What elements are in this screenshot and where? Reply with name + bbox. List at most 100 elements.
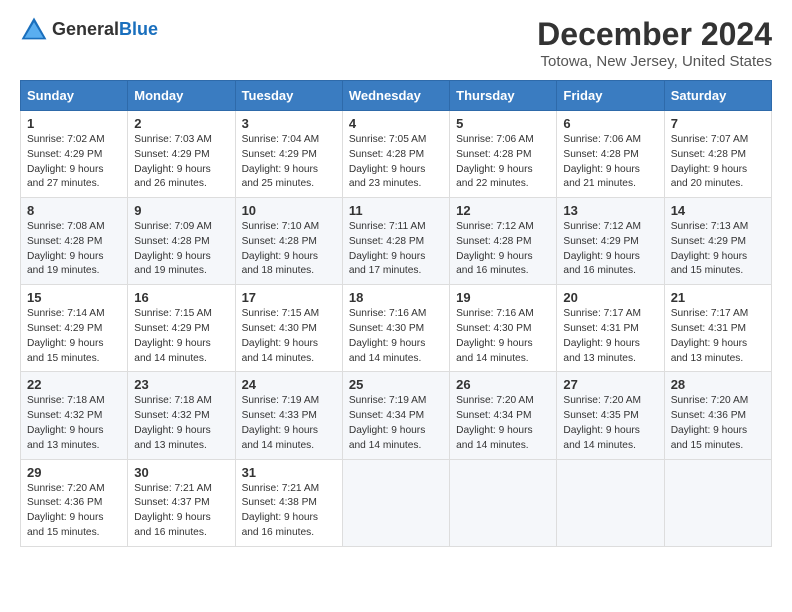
day-info: Sunrise: 7:17 AMSunset: 4:31 PMDaylight:…	[563, 307, 657, 366]
day-info: Sunrise: 7:06 AMSunset: 4:28 PMDaylight:…	[563, 133, 657, 192]
calendar-cell: 15Sunrise: 7:14 AMSunset: 4:29 PMDayligh…	[21, 285, 128, 372]
logo: GeneralBlue	[20, 16, 158, 44]
day-number: 6	[563, 116, 657, 131]
calendar-cell: 24 Sunrise: 7:19 AMSunset: 4:33 PMDayligh…	[235, 372, 342, 459]
header-day-tuesday: Tuesday	[235, 81, 342, 111]
header-day-friday: Friday	[557, 81, 664, 111]
calendar-week-4: 22 Sunrise: 7:18 AMSunset: 4:32 PMDayligh…	[21, 372, 772, 459]
calendar-table: SundayMondayTuesdayWednesdayThursdayFrid…	[20, 80, 772, 547]
calendar-body: 1 Sunrise: 7:02 AMSunset: 4:29 PMDaylight…	[21, 111, 772, 547]
day-number: 1	[27, 116, 121, 131]
calendar-week-1: 1 Sunrise: 7:02 AMSunset: 4:29 PMDaylight…	[21, 111, 772, 198]
calendar-week-5: 29Sunrise: 7:20 AMSunset: 4:36 PMDayligh…	[21, 459, 772, 546]
logo-general-text: General	[52, 19, 119, 39]
calendar-cell: 17 Sunrise: 7:15 AMSunset: 4:30 PMDayligh…	[235, 285, 342, 372]
day-info: Sunrise: 7:20 AMSunset: 4:35 PMDaylight:…	[563, 394, 657, 453]
day-number: 16	[134, 290, 228, 305]
day-number: 7	[671, 116, 765, 131]
calendar-cell: 7 Sunrise: 7:07 AMSunset: 4:28 PMDaylight…	[664, 111, 771, 198]
header-day-saturday: Saturday	[664, 81, 771, 111]
calendar-cell	[664, 459, 771, 546]
calendar-cell: 3Sunrise: 7:04 AMSunset: 4:29 PMDaylight…	[235, 111, 342, 198]
day-info: Sunrise: 7:04 AMSunset: 4:29 PMDaylight:…	[242, 133, 336, 192]
day-info: Sunrise: 7:06 AMSunset: 4:28 PMDaylight:…	[456, 133, 550, 192]
calendar-cell: 5 Sunrise: 7:06 AMSunset: 4:28 PMDaylight…	[450, 111, 557, 198]
calendar-week-3: 15Sunrise: 7:14 AMSunset: 4:29 PMDayligh…	[21, 285, 772, 372]
calendar-cell: 1 Sunrise: 7:02 AMSunset: 4:29 PMDaylight…	[21, 111, 128, 198]
day-number: 30	[134, 465, 228, 480]
calendar-cell: 25 Sunrise: 7:19 AMSunset: 4:34 PMDayligh…	[342, 372, 449, 459]
day-number: 11	[349, 203, 443, 218]
header-row: SundayMondayTuesdayWednesdayThursdayFrid…	[21, 81, 772, 111]
calendar-cell: 18 Sunrise: 7:16 AMSunset: 4:30 PMDayligh…	[342, 285, 449, 372]
calendar-cell: 6 Sunrise: 7:06 AMSunset: 4:28 PMDaylight…	[557, 111, 664, 198]
day-info: Sunrise: 7:18 AMSunset: 4:32 PMDaylight:…	[134, 394, 228, 453]
day-info: Sunrise: 7:12 AMSunset: 4:29 PMDaylight:…	[563, 220, 657, 279]
calendar-title: December 2024	[537, 16, 772, 53]
calendar-cell: 23 Sunrise: 7:18 AMSunset: 4:32 PMDayligh…	[128, 372, 235, 459]
day-number: 28	[671, 377, 765, 392]
calendar-cell: 31 Sunrise: 7:21 AMSunset: 4:38 PMDayligh…	[235, 459, 342, 546]
day-info: Sunrise: 7:20 AMSunset: 4:36 PMDaylight:…	[27, 482, 121, 541]
day-info: Sunrise: 7:21 AMSunset: 4:38 PMDaylight:…	[242, 482, 336, 541]
calendar-cell: 14Sunrise: 7:13 AMSunset: 4:29 PMDayligh…	[664, 198, 771, 285]
day-number: 10	[242, 203, 336, 218]
day-number: 13	[563, 203, 657, 218]
calendar-cell	[557, 459, 664, 546]
day-info: Sunrise: 7:05 AMSunset: 4:28 PMDaylight:…	[349, 133, 443, 192]
day-number: 20	[563, 290, 657, 305]
day-info: Sunrise: 7:13 AMSunset: 4:29 PMDaylight:…	[671, 220, 765, 279]
day-info: Sunrise: 7:19 AMSunset: 4:34 PMDaylight:…	[349, 394, 443, 453]
calendar-cell: 2Sunrise: 7:03 AMSunset: 4:29 PMDaylight…	[128, 111, 235, 198]
calendar-cell: 27 Sunrise: 7:20 AMSunset: 4:35 PMDayligh…	[557, 372, 664, 459]
day-number: 9	[134, 203, 228, 218]
day-number: 24	[242, 377, 336, 392]
calendar-header: SundayMondayTuesdayWednesdayThursdayFrid…	[21, 81, 772, 111]
day-info: Sunrise: 7:03 AMSunset: 4:29 PMDaylight:…	[134, 133, 228, 192]
calendar-cell: 21 Sunrise: 7:17 AMSunset: 4:31 PMDayligh…	[664, 285, 771, 372]
day-number: 22	[27, 377, 121, 392]
day-info: Sunrise: 7:20 AMSunset: 4:36 PMDaylight:…	[671, 394, 765, 453]
calendar-cell: 8 Sunrise: 7:08 AMSunset: 4:28 PMDaylight…	[21, 198, 128, 285]
calendar-cell: 20 Sunrise: 7:17 AMSunset: 4:31 PMDayligh…	[557, 285, 664, 372]
day-number: 12	[456, 203, 550, 218]
day-number: 18	[349, 290, 443, 305]
day-number: 8	[27, 203, 121, 218]
calendar-subtitle: Totowa, New Jersey, United States	[537, 53, 772, 70]
calendar-cell: 9Sunrise: 7:09 AMSunset: 4:28 PMDaylight…	[128, 198, 235, 285]
day-info: Sunrise: 7:16 AMSunset: 4:30 PMDaylight:…	[456, 307, 550, 366]
day-number: 27	[563, 377, 657, 392]
header: GeneralBlue December 2024 Totowa, New Je…	[20, 16, 772, 70]
day-number: 25	[349, 377, 443, 392]
day-info: Sunrise: 7:15 AMSunset: 4:29 PMDaylight:…	[134, 307, 228, 366]
day-info: Sunrise: 7:08 AMSunset: 4:28 PMDaylight:…	[27, 220, 121, 279]
logo-blue-text: Blue	[119, 19, 158, 39]
day-info: Sunrise: 7:19 AMSunset: 4:33 PMDaylight:…	[242, 394, 336, 453]
calendar-cell: 28 Sunrise: 7:20 AMSunset: 4:36 PMDayligh…	[664, 372, 771, 459]
day-number: 26	[456, 377, 550, 392]
day-info: Sunrise: 7:16 AMSunset: 4:30 PMDaylight:…	[349, 307, 443, 366]
day-number: 31	[242, 465, 336, 480]
calendar-cell: 4Sunrise: 7:05 AMSunset: 4:28 PMDaylight…	[342, 111, 449, 198]
day-info: Sunrise: 7:20 AMSunset: 4:34 PMDaylight:…	[456, 394, 550, 453]
calendar-cell: 16 Sunrise: 7:15 AMSunset: 4:29 PMDayligh…	[128, 285, 235, 372]
day-info: Sunrise: 7:12 AMSunset: 4:28 PMDaylight:…	[456, 220, 550, 279]
day-number: 15	[27, 290, 121, 305]
day-info: Sunrise: 7:07 AMSunset: 4:28 PMDaylight:…	[671, 133, 765, 192]
calendar-cell: 30Sunrise: 7:21 AMSunset: 4:37 PMDayligh…	[128, 459, 235, 546]
day-info: Sunrise: 7:17 AMSunset: 4:31 PMDaylight:…	[671, 307, 765, 366]
day-info: Sunrise: 7:18 AMSunset: 4:32 PMDaylight:…	[27, 394, 121, 453]
day-info: Sunrise: 7:02 AMSunset: 4:29 PMDaylight:…	[27, 133, 121, 192]
day-number: 23	[134, 377, 228, 392]
header-day-thursday: Thursday	[450, 81, 557, 111]
day-info: Sunrise: 7:11 AMSunset: 4:28 PMDaylight:…	[349, 220, 443, 279]
day-number: 21	[671, 290, 765, 305]
day-number: 19	[456, 290, 550, 305]
day-info: Sunrise: 7:10 AMSunset: 4:28 PMDaylight:…	[242, 220, 336, 279]
calendar-cell: 11 Sunrise: 7:11 AMSunset: 4:28 PMDayligh…	[342, 198, 449, 285]
day-info: Sunrise: 7:15 AMSunset: 4:30 PMDaylight:…	[242, 307, 336, 366]
header-day-sunday: Sunday	[21, 81, 128, 111]
day-number: 5	[456, 116, 550, 131]
day-number: 17	[242, 290, 336, 305]
calendar-cell	[342, 459, 449, 546]
